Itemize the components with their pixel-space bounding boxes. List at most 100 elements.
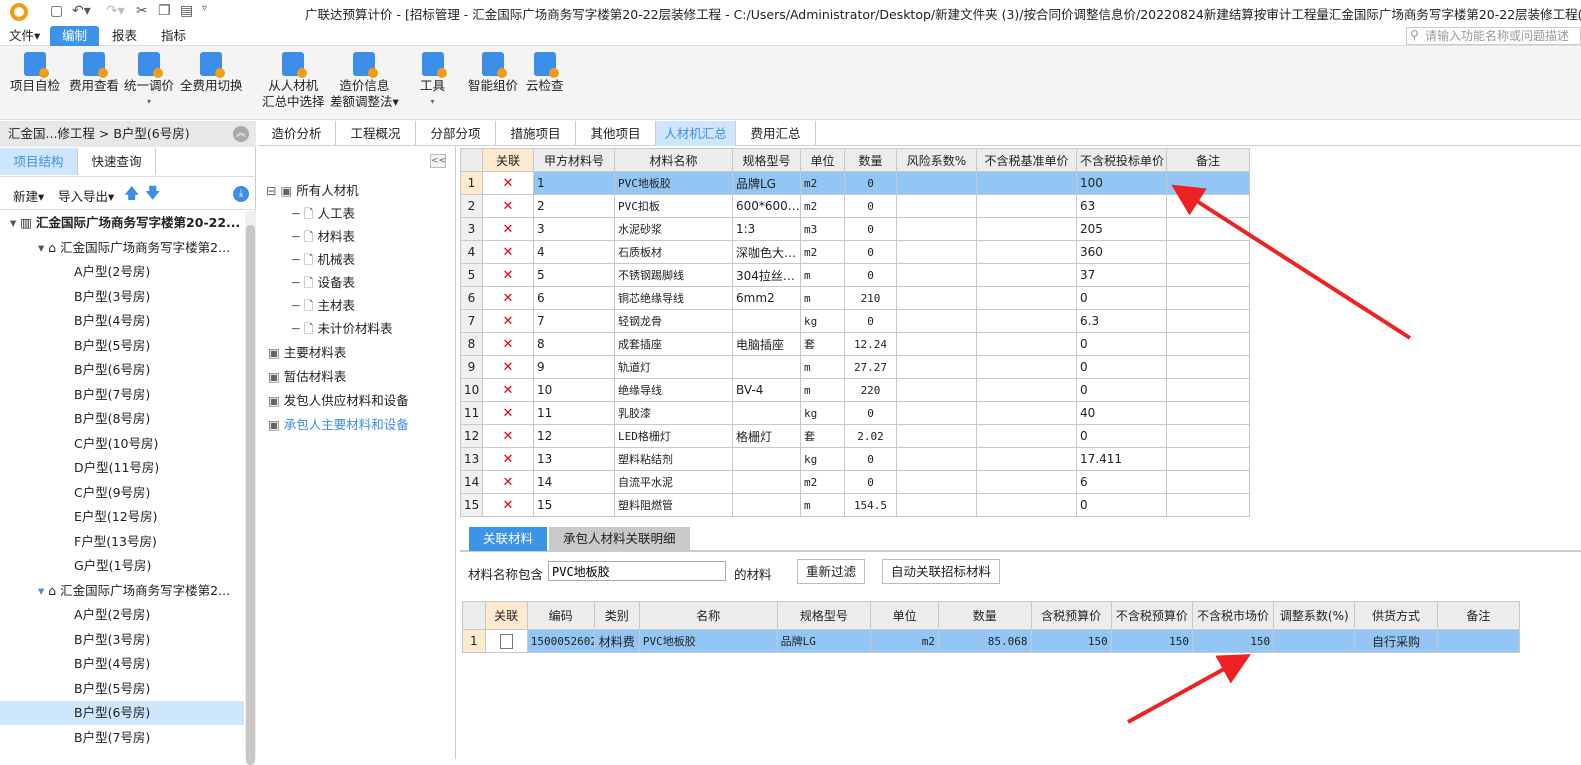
cell[interactable]: [732, 447, 801, 471]
tab-3[interactable]: 措施项目: [496, 121, 576, 146]
cell[interactable]: [896, 447, 977, 471]
column-header[interactable]: 类别: [593, 601, 640, 630]
tree-item[interactable]: A户型(2号房): [0, 603, 244, 627]
unlinked-x-icon[interactable]: ✕: [482, 424, 534, 448]
category-item[interactable]: ─ 🗋 人工表: [292, 203, 355, 225]
cell[interactable]: 0: [844, 240, 897, 264]
table-row[interactable]: 6 ✕ 6 铜芯绝缘导线 6mm2 m 210 0: [460, 286, 1250, 310]
cell[interactable]: [1166, 355, 1250, 379]
cell[interactable]: 6: [1076, 470, 1167, 494]
full-fee-switch-button[interactable]: 全费用切换: [180, 52, 243, 94]
unlinked-x-icon[interactable]: ✕: [482, 470, 534, 494]
cell[interactable]: [976, 194, 1077, 218]
cell[interactable]: [976, 263, 1077, 287]
cell[interactable]: 铜芯绝缘导线: [614, 286, 733, 310]
smart-pricing-button[interactable]: 智能组价: [468, 52, 518, 94]
category-item[interactable]: ⊟ ▣ 所有人材机: [266, 180, 359, 202]
unlinked-x-icon[interactable]: ✕: [482, 493, 534, 517]
collapse-icon[interactable]: ︽: [233, 126, 249, 142]
cell[interactable]: 0: [1076, 493, 1167, 517]
cell[interactable]: 0: [844, 171, 897, 195]
tree-item[interactable]: B户型(8号房): [0, 407, 244, 431]
column-header[interactable]: 编码: [526, 601, 595, 630]
column-header[interactable]: 甲方材料号: [533, 148, 615, 172]
tab-contractor-material-detail[interactable]: 承包人材料关联明细: [549, 527, 690, 551]
link-checkbox-cell[interactable]: [484, 629, 528, 653]
expand-icon[interactable]: ▾: [10, 215, 20, 230]
table-row[interactable]: 4 ✕ 4 石质板材 深咖色大… m2 0 360: [460, 240, 1250, 264]
cell[interactable]: [1166, 171, 1250, 195]
cell[interactable]: [1166, 493, 1250, 517]
cell[interactable]: m2: [800, 171, 845, 195]
cell[interactable]: 石质板材: [614, 240, 733, 264]
cell[interactable]: 格栅灯: [732, 424, 801, 448]
tree-item[interactable]: B户型(4号房): [0, 309, 244, 333]
cell[interactable]: kg: [800, 309, 845, 333]
cut-icon[interactable]: ✂: [136, 3, 148, 19]
cell[interactable]: [976, 286, 1077, 310]
cell[interactable]: 210: [844, 286, 897, 310]
cell[interactable]: 17.411: [1076, 447, 1167, 471]
cell[interactable]: 100: [1076, 171, 1167, 195]
cell[interactable]: [1166, 286, 1250, 310]
cell[interactable]: 水泥砂浆: [614, 217, 733, 241]
cell[interactable]: 150: [1030, 629, 1112, 653]
cell[interactable]: [976, 309, 1077, 333]
cell[interactable]: [976, 217, 1077, 241]
table-row[interactable]: 12 ✕ 12 LED格栅灯 格栅灯套 2.02 0: [460, 424, 1250, 448]
cell[interactable]: 轻钢龙骨: [614, 309, 733, 333]
cell[interactable]: m2: [870, 629, 940, 653]
cell[interactable]: 套: [800, 332, 845, 356]
table-row[interactable]: 3 ✕ 3 水泥砂浆 1:3 m3 0 205: [460, 217, 1250, 241]
tree-item[interactable]: ▾ ▥ 汇金国际广场商务写字楼第20-22...: [0, 211, 244, 235]
expand-icon[interactable]: ▾: [38, 583, 48, 598]
unlinked-x-icon[interactable]: ✕: [482, 332, 534, 356]
unlinked-x-icon[interactable]: ✕: [482, 309, 534, 333]
cell[interactable]: 8: [533, 332, 615, 356]
column-header[interactable]: 供货方式: [1354, 601, 1438, 630]
column-header[interactable]: 备注: [1436, 601, 1521, 630]
unlinked-x-icon[interactable]: ✕: [482, 240, 534, 264]
unlinked-x-icon[interactable]: ✕: [482, 171, 534, 195]
table-row[interactable]: 7 ✕ 7 轻钢龙骨 kg 0 6.3: [460, 309, 1250, 333]
cell[interactable]: [1166, 217, 1250, 241]
tree-item[interactable]: D户型(11号房): [0, 456, 244, 480]
cell[interactable]: PVC地板胶: [638, 629, 778, 653]
table-row[interactable]: 1 1500052602 材料费 PVC地板胶 品牌LG m2 85.068 150 150 15…: [462, 629, 1521, 653]
cell[interactable]: 0: [844, 263, 897, 287]
cell[interactable]: 3: [533, 217, 615, 241]
material-name-filter-input[interactable]: [548, 561, 726, 581]
redo-icon[interactable]: ↷▾: [106, 3, 125, 19]
cell[interactable]: 37: [1076, 263, 1167, 287]
column-header[interactable]: 材料名称: [614, 148, 733, 172]
cell[interactable]: 15: [533, 493, 615, 517]
cell[interactable]: 不锈钢踢脚线: [614, 263, 733, 287]
select-from-summary-button[interactable]: 从人材机 汇总中选择: [262, 52, 325, 110]
tree-item[interactable]: B户型(3号房): [0, 285, 244, 309]
column-header[interactable]: 名称: [638, 601, 778, 630]
column-header[interactable]: 规格型号: [732, 148, 801, 172]
cell[interactable]: [1166, 378, 1250, 402]
cell[interactable]: 6mm2: [732, 286, 801, 310]
cell[interactable]: 7: [533, 309, 615, 333]
link-checkbox[interactable]: [499, 633, 513, 649]
cell[interactable]: [976, 470, 1077, 494]
cell[interactable]: [732, 401, 801, 425]
cell[interactable]: 6.3: [1076, 309, 1167, 333]
cell[interactable]: [896, 309, 977, 333]
column-header[interactable]: 风险系数%: [896, 148, 977, 172]
cell[interactable]: 品牌LG: [776, 629, 872, 653]
tab-1[interactable]: 工程概况: [336, 121, 416, 146]
cell[interactable]: 绝缘导线: [614, 378, 733, 402]
cell[interactable]: 轨道灯: [614, 355, 733, 379]
cell[interactable]: 6: [533, 286, 615, 310]
cell[interactable]: 0: [844, 470, 897, 494]
cell[interactable]: 塑料阻燃管: [614, 493, 733, 517]
category-item[interactable]: ─ 🗋 机械表: [292, 249, 355, 271]
column-header[interactable]: 不含税市场价: [1191, 601, 1275, 630]
cell[interactable]: m: [800, 263, 845, 287]
cell[interactable]: 0: [1076, 424, 1167, 448]
paste-icon[interactable]: ▤: [180, 3, 193, 19]
unlinked-x-icon[interactable]: ✕: [482, 194, 534, 218]
category-item[interactable]: ▣ 承包人主要材料和设备: [268, 414, 409, 436]
